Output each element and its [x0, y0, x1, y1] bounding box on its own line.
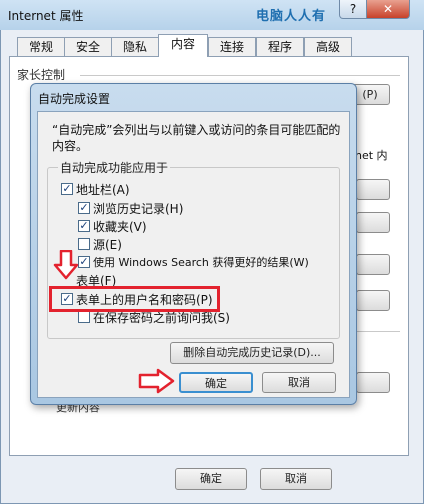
down-arrow-icon [53, 250, 79, 280]
favorites-label: 收藏夹(V) [93, 220, 147, 234]
tab-programs[interactable]: 程序 [256, 37, 304, 56]
obscured-button-4[interactable] [356, 290, 390, 311]
tab-privacy[interactable]: 隐私 [111, 37, 159, 56]
windows-search-label: 使用 Windows Search 获得更好的结果(W) [93, 256, 309, 269]
help-button[interactable]: ? [339, 0, 367, 19]
watermark-text: 电脑人人有 [256, 9, 327, 24]
partial-side-text: net 内 [355, 149, 388, 162]
tab-content[interactable]: 内容 [158, 34, 208, 57]
clear-autocomplete-history-button[interactable]: 删除自动完成历史记录(D)... [170, 342, 334, 364]
window-title: Internet 属性 [8, 9, 84, 23]
obscured-button-1[interactable] [356, 179, 390, 200]
tab-advanced[interactable]: 高级 [304, 37, 352, 56]
obscured-button-5[interactable] [356, 372, 390, 393]
right-arrow-icon [138, 368, 176, 394]
windows-search-checkbox[interactable]: ✓ [78, 256, 90, 268]
obscured-button-2[interactable] [356, 212, 390, 233]
tab-security[interactable]: 安全 [64, 37, 112, 56]
group-label: 自动完成功能应用于 [58, 159, 171, 176]
dialog-description: “自动完成”会列出与以前键入或访问的条目可能匹配的内容。 [52, 123, 341, 153]
dialog-ok-button[interactable]: 确定 [179, 372, 253, 393]
feeds-checkbox[interactable] [78, 238, 90, 250]
dialog-cancel-button[interactable]: 取消 [262, 372, 336, 393]
ask-before-save-checkbox[interactable] [78, 311, 90, 323]
tab-connections[interactable]: 连接 [208, 37, 256, 56]
tab-general[interactable]: 常规 [17, 37, 65, 56]
obscured-button-3[interactable] [356, 254, 390, 275]
address-bar-checkbox[interactable]: ✓ [61, 183, 73, 195]
panel-divider [356, 331, 400, 332]
group-divider [80, 75, 400, 76]
dialog-title: 自动完成设置 [38, 92, 111, 106]
browsing-history-label: 浏览历史记录(H) [93, 202, 184, 216]
favorites-checkbox[interactable]: ✓ [78, 220, 90, 232]
parental-control-label: 家长控制 [17, 68, 66, 82]
address-bar-label: 地址栏(A) [76, 183, 130, 197]
outer-ok-button[interactable]: 确定 [175, 468, 247, 490]
feeds-label: 源(E) [93, 238, 122, 252]
close-button[interactable]: ✕ [366, 0, 410, 19]
browsing-history-checkbox[interactable]: ✓ [78, 202, 90, 214]
outer-cancel-button[interactable]: 取消 [260, 468, 332, 490]
highlight-box [49, 286, 220, 312]
